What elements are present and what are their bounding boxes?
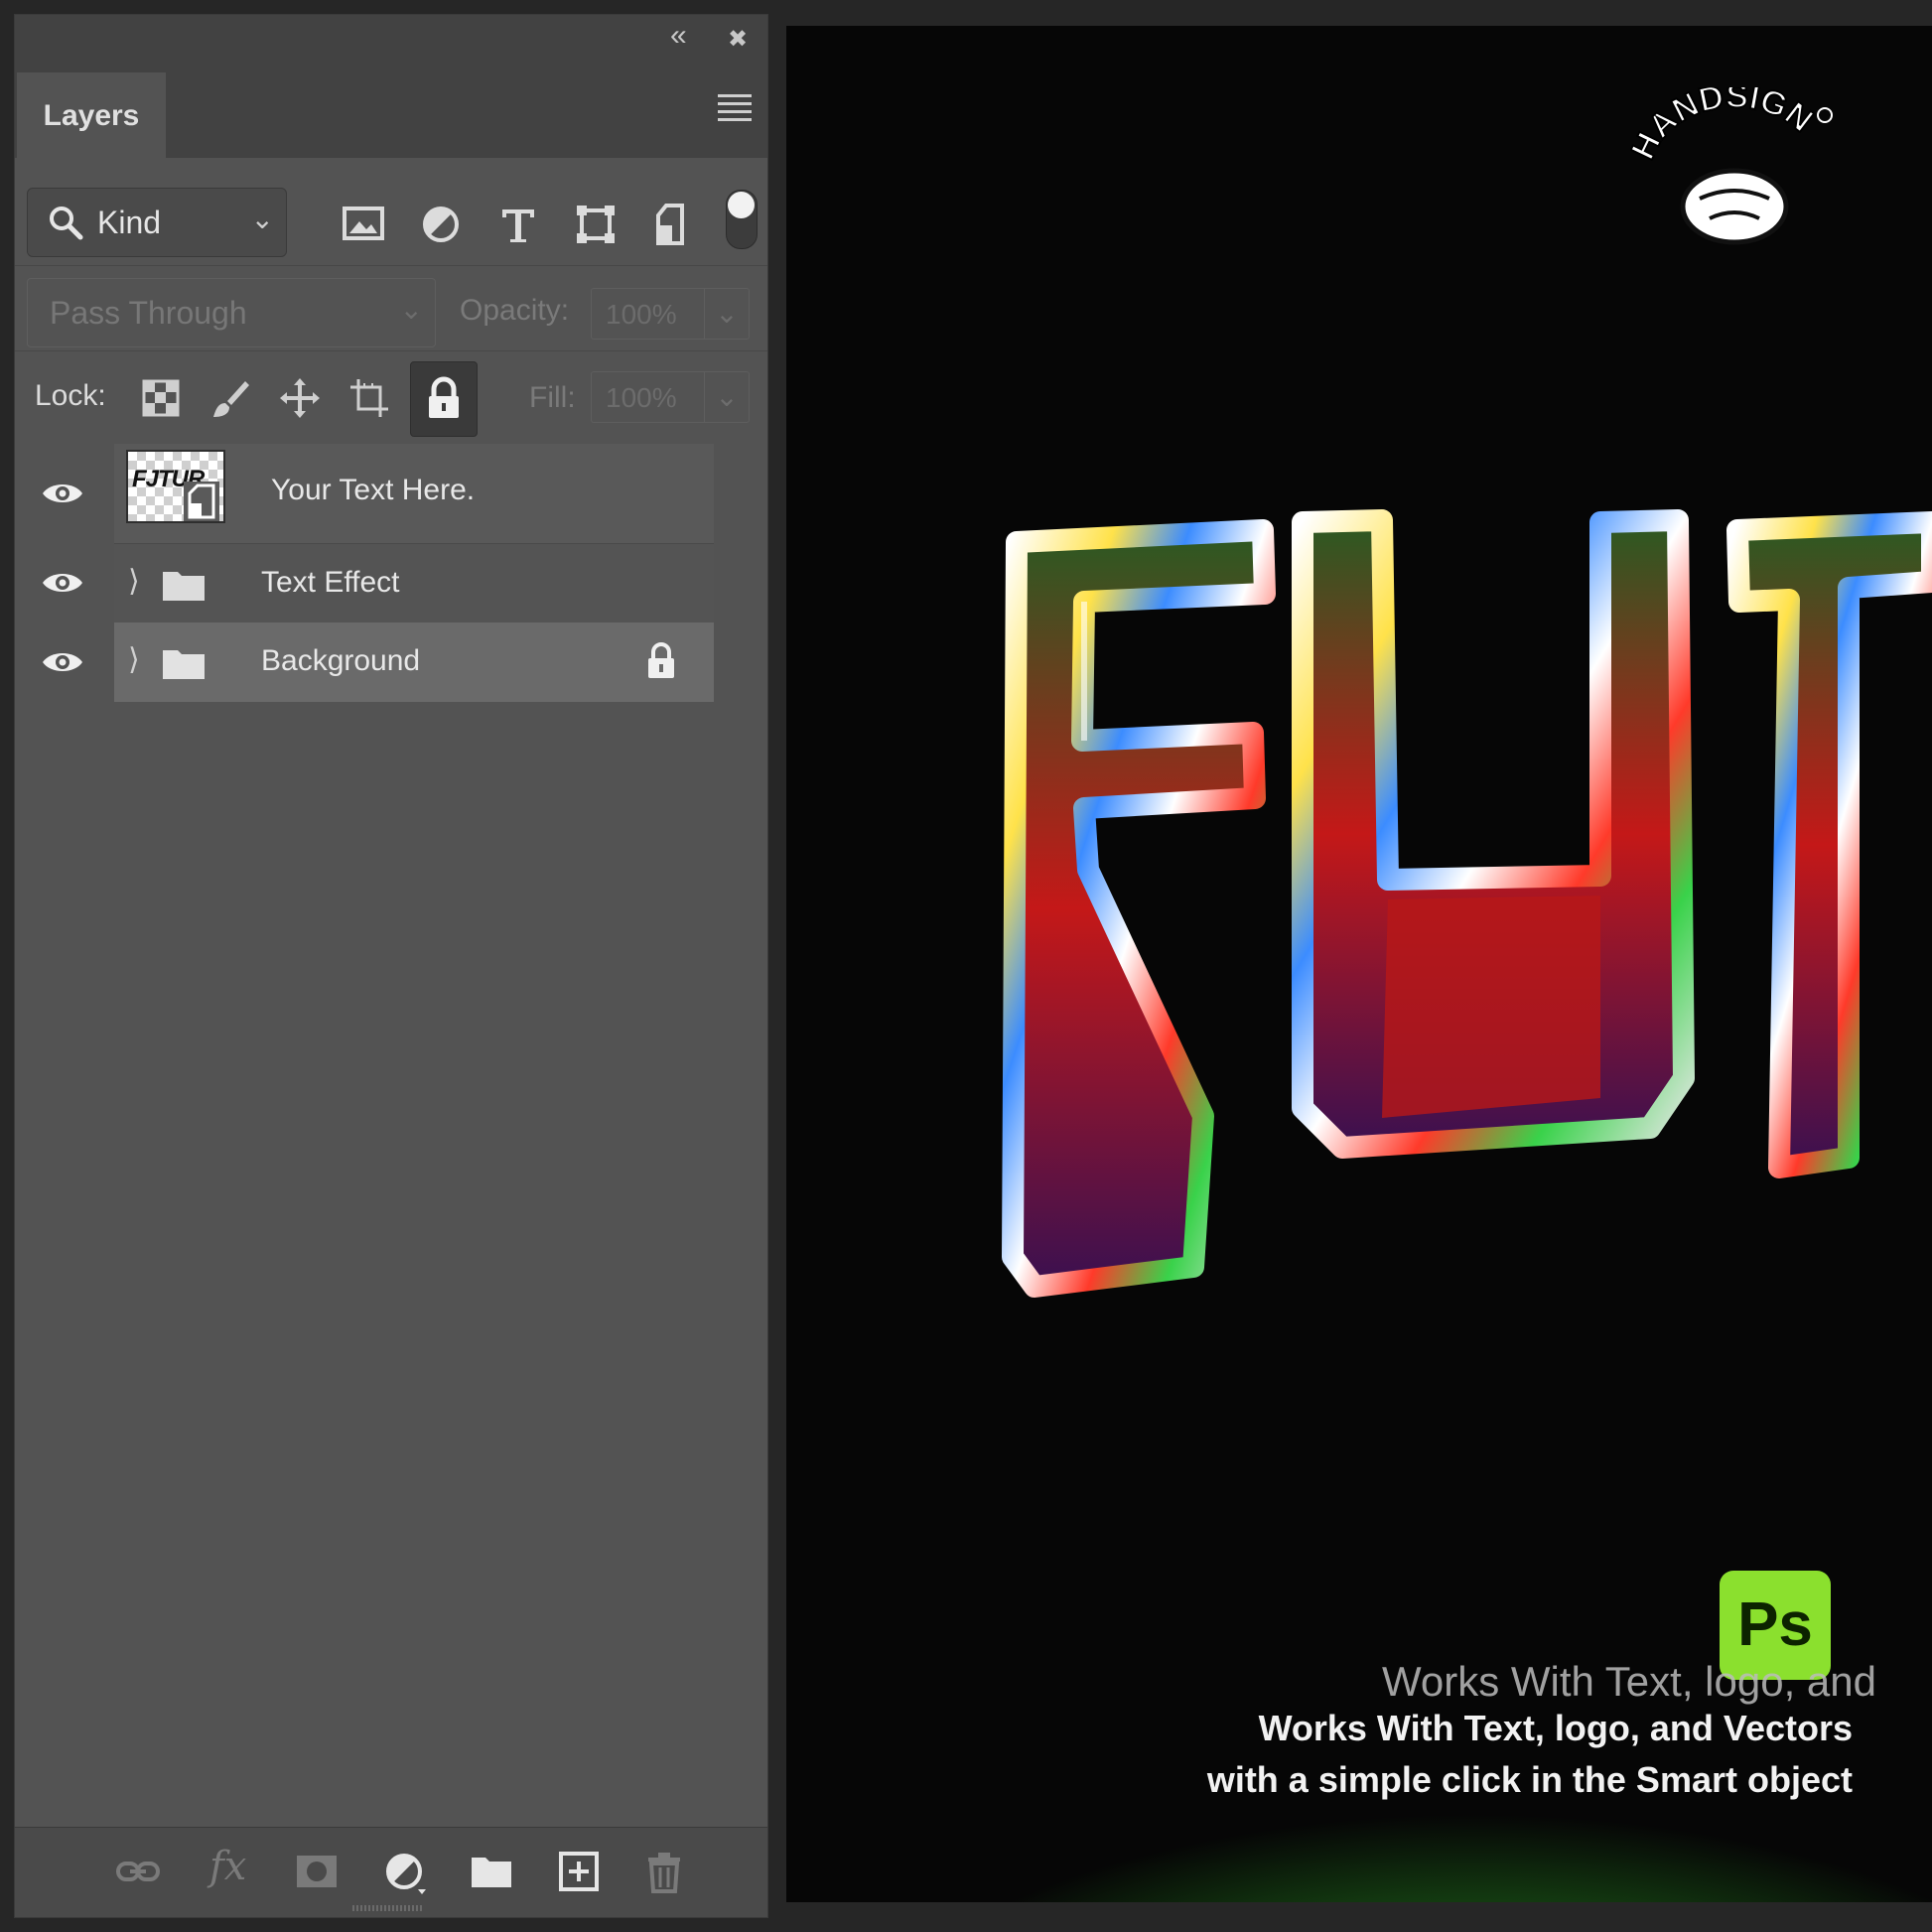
lock-icon	[429, 376, 459, 418]
tagline-line-2: with a simple click in the Smart object	[1206, 1759, 1853, 1800]
expand-chevron-icon[interactable]: ⟩	[128, 642, 140, 677]
smart-object-thumbnail: FJTUR	[126, 450, 225, 523]
layers-panel: « ✖ Layers Kind ⌄ Pass Through ⌄ Opacity…	[14, 14, 768, 1918]
new-group-icon[interactable]	[468, 1848, 515, 1895]
fill-value: 100%	[606, 382, 677, 413]
filter-kind-select[interactable]: Kind ⌄	[27, 188, 287, 257]
tab-layers[interactable]: Layers	[17, 72, 166, 160]
handsign-logo: HANDSIGN	[1623, 76, 1839, 256]
visibility-eye-icon[interactable]	[41, 569, 84, 597]
chevron-down-icon: ⌄	[250, 204, 274, 234]
lock-label: Lock:	[35, 379, 106, 412]
lock-row: Lock: Fill: 100% ⌄	[15, 350, 767, 443]
chevron-down-icon: ⌄	[704, 372, 749, 422]
document-canvas[interactable]: HANDSIGN Ps Works With Text, logo, and W…	[786, 26, 1932, 1902]
opacity-value: 100%	[606, 299, 677, 330]
folder-icon	[163, 572, 205, 601]
fx-icon[interactable]: fx	[209, 1844, 257, 1891]
layer-body-selected[interactable]: ⟩ Background	[114, 622, 714, 702]
panel-resize-grip[interactable]	[352, 1905, 422, 1911]
visibility-eye-icon[interactable]	[41, 648, 84, 676]
layer-row[interactable]: FJTUR Your Text Here.	[15, 444, 714, 543]
smart-object-filter-icon[interactable]	[648, 200, 698, 249]
smart-object-badge-icon	[184, 482, 219, 521]
visibility-eye-icon[interactable]	[41, 480, 84, 507]
layer-row[interactable]: ⟩ Background	[15, 622, 714, 702]
lock-all-button[interactable]	[410, 361, 478, 437]
filter-toggle-switch[interactable]	[726, 190, 758, 249]
layer-name[interactable]: Text Effect	[261, 566, 400, 600]
shape-filter-icon[interactable]	[571, 200, 621, 249]
chevron-down-icon: ⌄	[399, 294, 423, 325]
blend-mode-select[interactable]: Pass Through ⌄	[27, 278, 436, 347]
image-filter-icon[interactable]	[339, 200, 388, 249]
chevron-down-icon: ⌄	[704, 289, 749, 339]
blend-mode-value: Pass Through	[50, 295, 247, 331]
panel-tab-bar: Layers	[15, 59, 767, 160]
opacity-field[interactable]: 100% ⌄	[591, 288, 750, 340]
layer-row[interactable]: ⟩ Text Effect	[15, 543, 714, 623]
lock-image-pixels-icon[interactable]	[207, 375, 253, 421]
link-icon[interactable]	[114, 1848, 162, 1895]
search-icon	[50, 207, 83, 240]
layer-body[interactable]: ⟩ Text Effect	[114, 543, 714, 623]
fill-field[interactable]: 100% ⌄	[591, 371, 750, 423]
tagline-background-text: Works With Text, logo, and	[1382, 1658, 1876, 1705]
layer-lock-icon	[648, 642, 674, 678]
trash-icon[interactable]	[640, 1848, 688, 1895]
layer-name[interactable]: Your Text Here.	[271, 474, 475, 507]
opacity-label: Opacity:	[460, 294, 570, 327]
layer-name[interactable]: Background	[261, 644, 420, 678]
panel-title-bar: « ✖	[15, 15, 767, 59]
mask-icon[interactable]	[293, 1848, 341, 1895]
adjustment-layer-icon[interactable]	[380, 1848, 428, 1895]
fill-label: Fill:	[529, 381, 576, 414]
new-layer-icon[interactable]	[555, 1848, 603, 1895]
svg-text:HANDSIGN: HANDSIGN	[1630, 87, 1820, 166]
close-panel-icon[interactable]: ✖	[728, 25, 748, 55]
type-filter-icon[interactable]	[493, 200, 543, 249]
adjustment-filter-icon[interactable]	[416, 200, 466, 249]
lock-artboard-icon[interactable]	[346, 375, 392, 421]
expand-chevron-icon[interactable]: ⟩	[128, 564, 140, 599]
folder-icon	[163, 650, 205, 679]
filter-kind-label: Kind	[97, 205, 162, 240]
layers-bottom-toolbar: fx	[15, 1827, 767, 1917]
lock-position-icon[interactable]	[277, 375, 323, 421]
tagline-line-1: Works With Text, logo, and Vectors	[1258, 1708, 1853, 1748]
panel-menu-icon[interactable]	[718, 94, 752, 126]
blend-row: Pass Through ⌄ Opacity: 100% ⌄	[15, 265, 767, 347]
layer-body[interactable]: FJTUR Your Text Here.	[114, 444, 714, 543]
layer-filter-row: Kind ⌄	[15, 160, 767, 259]
lock-transparent-pixels-icon[interactable]	[138, 375, 184, 421]
collapse-panel-icon[interactable]: «	[670, 21, 687, 51]
handsign-hand-icon: HANDSIGN	[1623, 76, 1833, 245]
